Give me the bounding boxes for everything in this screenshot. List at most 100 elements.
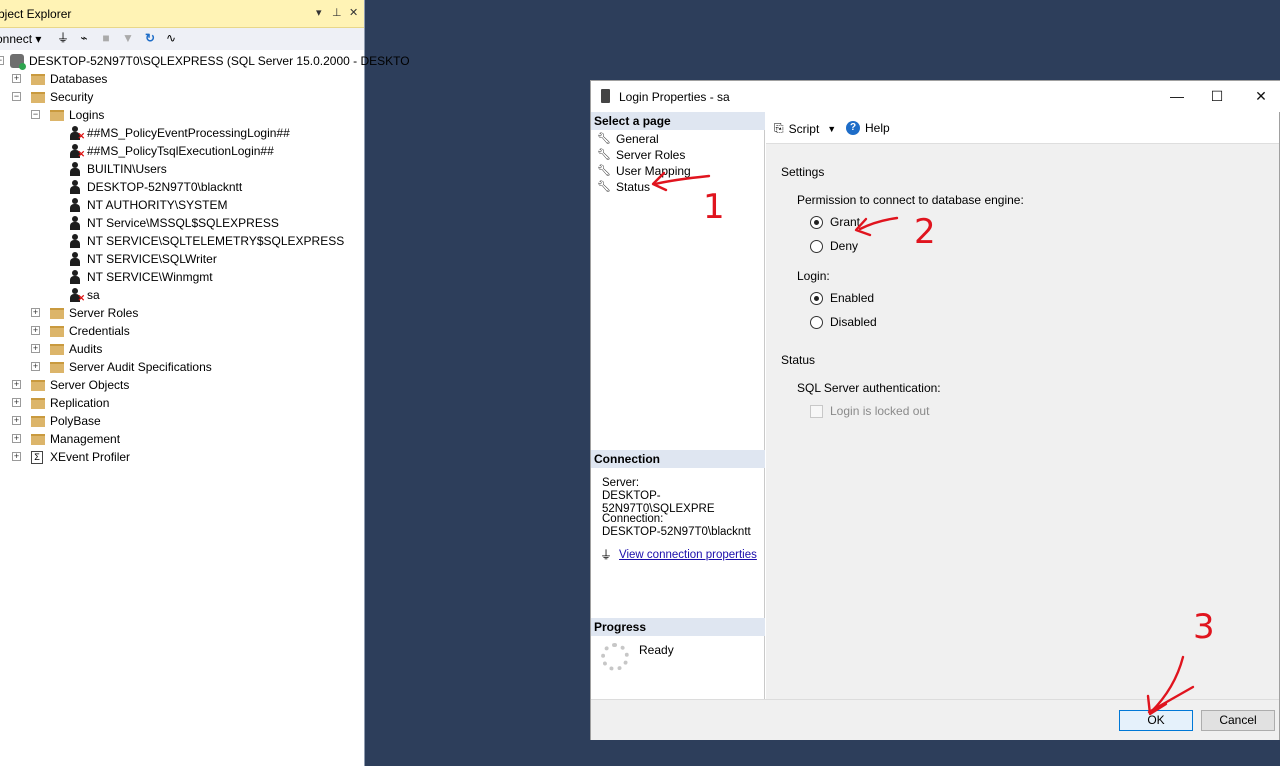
folder-icon [31, 433, 45, 445]
tree-node-login[interactable]: BUILTIN\Users [68, 160, 167, 178]
collapse-icon[interactable]: − [31, 110, 40, 119]
tree-node-server-objects[interactable]: + Server Objects [12, 376, 129, 394]
expand-icon[interactable]: + [31, 308, 40, 317]
expand-icon[interactable]: + [12, 380, 21, 389]
tree-node-xevent-profiler[interactable]: + Σ XEvent Profiler [12, 448, 130, 466]
object-explorer-titlebar: bject Explorer ▾ ⊥ ✕ [0, 0, 364, 28]
tree-node-management[interactable]: + Management [12, 430, 120, 448]
radio-unchecked-icon[interactable] [810, 239, 823, 253]
collapse-icon[interactable]: − [12, 92, 21, 101]
tree-node-login[interactable]: NT SERVICE\SQLTELEMETRY$SQLEXPRESS [68, 232, 344, 250]
tree-node-audits[interactable]: + Audits [31, 340, 102, 358]
close-icon[interactable]: ✕ [1241, 85, 1280, 109]
tree-node-login-sa[interactable]: ✕ sa [68, 286, 100, 304]
dialog-titlebar: Login Properties - sa — ☐ ✕ [591, 81, 1280, 112]
expand-icon[interactable]: + [31, 326, 40, 335]
stop-icon[interactable]: ■ [99, 31, 113, 45]
tree-node-server-audit-specifications[interactable]: + Server Audit Specifications [31, 358, 212, 376]
tree-node-polybase[interactable]: + PolyBase [12, 412, 101, 430]
script-button[interactable]: ⎘ Script ▼ [774, 121, 836, 136]
close-icon[interactable]: ✕ [349, 6, 358, 19]
page-general[interactable]: 🔧︎ General [597, 131, 659, 147]
tree-label: ##MS_PolicyTsqlExecutionLogin## [87, 144, 274, 158]
enabled-radio[interactable]: Enabled [810, 291, 874, 305]
tree-label: Management [50, 432, 121, 446]
tree-label: PolyBase [50, 414, 101, 428]
page-user-mapping[interactable]: 🔧︎ User Mapping [597, 163, 691, 179]
tree-node-credentials[interactable]: + Credentials [31, 322, 130, 340]
expand-icon[interactable]: + [31, 344, 40, 353]
tree-label: BUILTIN\Users [87, 162, 167, 176]
collapse-icon[interactable]: − [0, 56, 4, 65]
dropdown-icon[interactable]: ▾ [316, 6, 322, 19]
tree-node-login[interactable]: NT SERVICE\Winmgmt [68, 268, 213, 286]
tree-label: sa [87, 288, 100, 302]
tree-label: XEvent Profiler [50, 450, 131, 464]
tree-node-server[interactable]: − DESKTOP-52N97T0\SQLEXPRESS (SQL Server… [0, 52, 410, 70]
expand-icon[interactable]: + [12, 434, 21, 443]
radio-unchecked-icon[interactable] [810, 315, 823, 329]
status-label: Status [781, 353, 816, 367]
tree-node-login[interactable]: ✕ ##MS_PolicyTsqlExecutionLogin## [68, 142, 274, 160]
chevron-down-icon[interactable]: ▼ [827, 124, 836, 134]
radio-checked-icon[interactable] [810, 215, 823, 229]
login-disabled-icon: ✕ [68, 125, 85, 141]
folder-icon [50, 343, 64, 355]
tree-node-login[interactable]: NT SERVICE\SQLWriter [68, 250, 217, 268]
expand-icon[interactable]: + [12, 452, 21, 461]
view-connection-link[interactable]: View connection properties [619, 549, 757, 562]
page-server-roles[interactable]: 🔧︎ Server Roles [597, 147, 685, 163]
tree-node-server-roles[interactable]: + Server Roles [31, 304, 138, 322]
radio-checked-icon[interactable] [810, 291, 823, 305]
expand-icon[interactable]: + [12, 398, 21, 407]
tree-node-login[interactable]: ✕ ##MS_PolicyEventProcessingLogin## [68, 124, 290, 142]
login-icon [68, 179, 82, 195]
tree-label: DESKTOP-52N97T0\blackntt [87, 180, 243, 194]
tree-node-replication[interactable]: + Replication [12, 394, 109, 412]
expand-icon[interactable]: + [12, 74, 21, 83]
expand-icon[interactable]: + [12, 416, 21, 425]
connection-plug-icon: ⏚ [600, 548, 613, 562]
maximize-icon[interactable]: ☐ [1197, 85, 1237, 109]
tree-label: ##MS_PolicyEventProcessingLogin## [87, 126, 290, 140]
deny-radio[interactable]: Deny [810, 239, 858, 253]
view-connection-properties[interactable]: ⏚ View connection properties [600, 549, 757, 562]
object-explorer-panel: bject Explorer ▾ ⊥ ✕ onnect ▾ ⏚ ⌁ ■ ▼ ↻ … [0, 0, 410, 766]
login-icon [68, 215, 82, 231]
tree-node-logins[interactable]: − Logins [31, 106, 104, 124]
progress-header: Progress [591, 618, 765, 636]
tree-label: Credentials [69, 324, 130, 338]
connection-label: Connection: [602, 513, 664, 525]
sql-auth-label: SQL Server authentication: [797, 381, 941, 395]
tree-label: Server Roles [69, 306, 139, 320]
grant-radio[interactable]: Grant [810, 215, 860, 229]
connect-plug-icon[interactable]: ⏚ [56, 31, 70, 45]
help-button[interactable]: ? Help [846, 121, 890, 135]
tree-label: Server Objects [50, 378, 130, 392]
tree-label: Logins [69, 108, 105, 122]
connect-button[interactable]: onnect ▾ [0, 32, 41, 46]
pin-icon[interactable]: ⊥ [332, 6, 342, 19]
dialog-right-pane: ⎘ Script ▼ ? Help Settings Permission to… [766, 112, 1279, 699]
disconnect-icon[interactable]: ⌁ [77, 31, 91, 45]
tree-node-login[interactable]: NT Service\MSSQL$SQLEXPRESS [68, 214, 279, 232]
tree-label: NT SERVICE\SQLWriter [87, 252, 217, 266]
tree-node-login[interactable]: DESKTOP-52N97T0\blackntt [68, 178, 242, 196]
activity-monitor-icon[interactable]: ∿ [164, 31, 178, 45]
tree-label: NT Service\MSSQL$SQLEXPRESS [87, 216, 279, 230]
page-status[interactable]: 🔧︎ Status [597, 179, 650, 195]
dialog-left-pane: Select a page 🔧︎ General 🔧︎ Server Roles 🔧… [591, 112, 765, 699]
disabled-radio[interactable]: Disabled [810, 315, 877, 329]
tree-node-login[interactable]: NT AUTHORITY\SYSTEM [68, 196, 227, 214]
folder-icon [50, 307, 64, 319]
login-icon [68, 233, 82, 249]
login-icon [68, 197, 82, 213]
tree-node-databases[interactable]: + Databases [12, 70, 107, 88]
refresh-icon[interactable]: ↻ [143, 31, 157, 45]
filter-icon[interactable]: ▼ [121, 31, 135, 45]
minimize-icon[interactable]: — [1157, 85, 1197, 109]
expand-icon[interactable]: + [31, 362, 40, 371]
cancel-button[interactable]: Cancel [1201, 710, 1275, 731]
tree-node-security[interactable]: − Security [12, 88, 93, 106]
ok-button[interactable]: OK [1119, 710, 1193, 731]
